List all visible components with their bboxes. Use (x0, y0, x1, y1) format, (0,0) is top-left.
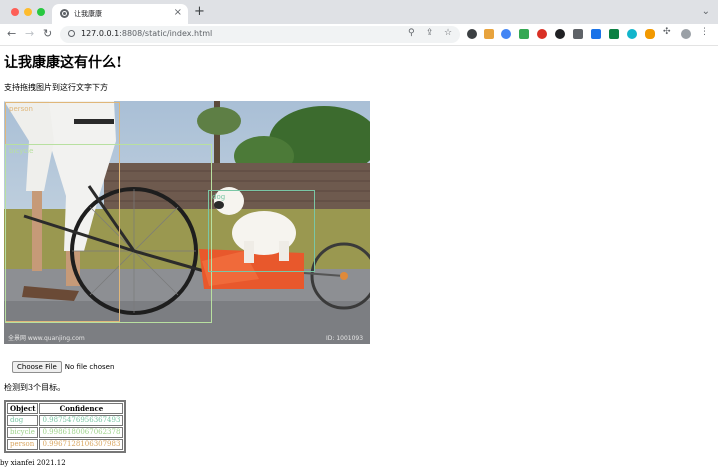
extension-icon-5[interactable] (537, 29, 547, 39)
globe-icon (60, 9, 69, 18)
extension-icon-2[interactable] (484, 29, 494, 39)
puzzle-icon[interactable]: ✣ (663, 27, 671, 37)
photo-watermark-left: 全景网 www.quanjing.com (8, 334, 85, 342)
table-row: person 0.9967128106307983 (7, 439, 124, 450)
tab-strip: 让我康康 × + ⌄ (0, 0, 718, 24)
zoom-icon[interactable]: ⚲ (408, 28, 415, 38)
tab-search-chevron-icon[interactable]: ⌄ (702, 6, 710, 18)
url-text: 127.0.0.1:8808/static/index.html (81, 29, 212, 38)
save-extension-icon[interactable] (591, 29, 601, 39)
bbox-label-dog: dog (212, 193, 226, 201)
minimize-window-button[interactable] (24, 8, 32, 16)
profile-avatar[interactable] (681, 29, 691, 39)
bbox-label-person: person (9, 105, 33, 113)
row-confidence: 0.9875476956367493 (39, 415, 124, 426)
row-object: dog (7, 415, 39, 426)
url-path: :8808/static/index.html (119, 29, 213, 38)
header-confidence: Confidence (39, 403, 124, 414)
extension-icon-7[interactable] (573, 29, 583, 39)
extension-icon-3[interactable] (501, 29, 511, 39)
row-object: person (7, 439, 39, 450)
file-status: No file chosen (64, 363, 115, 371)
detection-image[interactable]: 全景网 www.quanjing.com ID: 1001093 person … (4, 101, 370, 344)
results-table: Object Confidence dog 0.9875476956367493… (4, 400, 127, 453)
photo-watermark-right: ID: 1001093 (326, 335, 363, 342)
choose-file-button[interactable]: Choose File (12, 361, 62, 373)
extension-icon-11[interactable] (645, 29, 655, 39)
tab-close-icon[interactable]: × (174, 7, 182, 19)
header-object: Object (7, 403, 39, 414)
bbox-dog: dog (208, 190, 315, 272)
table-row: bicycle 0.9986180067062378 (7, 427, 124, 438)
bbox-bicycle: bicycle (5, 144, 212, 323)
tab-title: 让我康康 (74, 10, 102, 18)
drop-zone-hint[interactable]: 支持拖拽图片到这行文字下方 (4, 82, 108, 93)
share-icon[interactable]: ⇪ (426, 28, 434, 38)
maximize-window-button[interactable] (37, 8, 45, 16)
forward-button[interactable]: → (25, 27, 34, 41)
extension-icon-4[interactable] (519, 29, 529, 39)
reload-button[interactable]: ↻ (43, 27, 52, 41)
address-bar[interactable]: 127.0.0.1:8808/static/index.html ⚲ ⇪ ☆ (60, 26, 460, 43)
new-tab-button[interactable]: + (194, 5, 205, 19)
site-info-icon[interactable] (68, 30, 75, 37)
extension-icon-1[interactable] (467, 29, 477, 39)
extension-icon-9[interactable] (609, 29, 619, 39)
extension-icon-10[interactable] (627, 29, 637, 39)
bbox-label-bicycle: bicycle (9, 147, 34, 155)
table-header-row: Object Confidence (7, 403, 124, 414)
back-button[interactable]: ← (7, 27, 16, 41)
page-title: 让我康康这有什么! (4, 55, 123, 71)
more-menu-icon[interactable]: ⋮ (700, 27, 709, 37)
table-row: dog 0.9875476956367493 (7, 415, 124, 426)
browser-toolbar: ← → ↻ 127.0.0.1:8808/static/index.html ⚲… (0, 24, 718, 46)
extension-icon-6[interactable] (555, 29, 565, 39)
result-summary: 检测到3个目标。 (4, 383, 66, 392)
file-upload: Choose File No file chosen (12, 354, 114, 373)
close-window-button[interactable] (11, 8, 19, 16)
row-object: bicycle (7, 427, 39, 438)
active-tab[interactable]: 让我康康 × (52, 4, 188, 24)
row-confidence: 0.9986180067062378 (39, 427, 124, 438)
footer-credit: by xianfei 2021.12 (0, 459, 66, 467)
row-confidence: 0.9967128106307983 (39, 439, 124, 450)
url-host: 127.0.0.1 (81, 29, 120, 38)
bookmark-star-icon[interactable]: ☆ (444, 28, 452, 38)
